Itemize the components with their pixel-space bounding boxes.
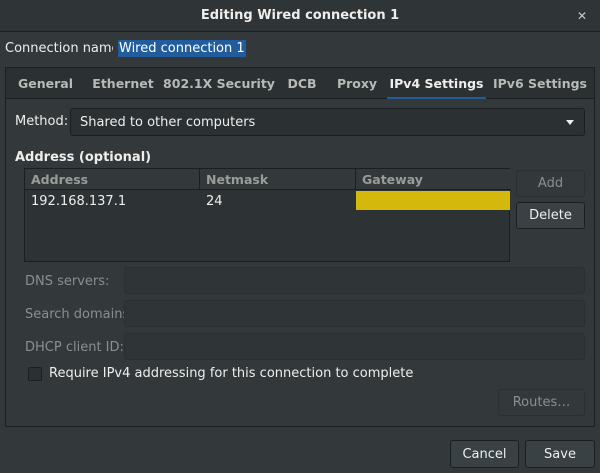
title-bar: Editing Wired connection 1 ✕	[0, 0, 600, 32]
connection-name-row: Connection name:	[5, 37, 124, 59]
tab-proxy[interactable]: Proxy	[327, 68, 387, 99]
chevron-down-icon	[566, 120, 574, 125]
delete-button[interactable]: Delete	[516, 202, 585, 229]
gateway-cell[interactable]	[356, 191, 510, 210]
column-header-netmask[interactable]: Netmask	[200, 169, 356, 190]
column-header-address[interactable]: Address	[25, 169, 200, 190]
tab-ipv6-settings[interactable]: IPv6 Settings	[486, 68, 594, 99]
dhcp-client-id-input[interactable]	[124, 333, 585, 360]
tab-ipv4-settings[interactable]: IPv4 Settings	[387, 68, 486, 99]
tab-8021x-security[interactable]: 802.1X Security	[161, 68, 277, 99]
dns-servers-input[interactable]	[124, 267, 585, 294]
tab-bar: General Ethernet 802.1X Security DCB Pro…	[6, 68, 594, 99]
column-header-gateway[interactable]: Gateway	[356, 169, 511, 190]
add-button[interactable]: Add	[516, 170, 585, 197]
method-label: Method:	[15, 114, 69, 129]
connection-name-label: Connection name:	[5, 40, 124, 56]
close-icon[interactable]: ✕	[572, 6, 592, 26]
connection-name-value: Wired connection 1	[118, 39, 246, 57]
dhcp-client-id-label: DHCP client ID:	[25, 340, 124, 355]
dns-servers-label: DNS servers:	[25, 274, 110, 289]
method-value: Shared to other computers	[80, 114, 256, 130]
routes-button[interactable]: Routes…	[498, 389, 585, 416]
require-ipv4-checkbox-row[interactable]: Require IPv4 addressing for this connect…	[28, 366, 413, 381]
connection-name-input[interactable]: Wired connection 1	[113, 37, 595, 59]
netmask-cell[interactable]: 24	[200, 192, 356, 210]
cancel-button[interactable]: Cancel	[450, 440, 519, 468]
require-ipv4-label: Require IPv4 addressing for this connect…	[49, 366, 414, 381]
window-title: Editing Wired connection 1	[200, 8, 400, 23]
search-domains-input[interactable]	[124, 300, 585, 327]
save-button[interactable]: Save	[525, 440, 595, 468]
tab-ethernet[interactable]: Ethernet	[85, 68, 161, 99]
require-ipv4-checkbox[interactable]	[28, 366, 42, 381]
method-dropdown[interactable]: Shared to other computers	[70, 108, 585, 136]
address-table[interactable]: Address Netmask Gateway 192.168.137.1 24	[24, 168, 511, 262]
tab-dcb[interactable]: DCB	[277, 68, 327, 99]
search-domains-label: Search domains:	[25, 307, 134, 322]
address-heading: Address (optional)	[15, 150, 152, 165]
address-cell[interactable]: 192.168.137.1	[25, 192, 200, 210]
tab-general[interactable]: General	[6, 68, 85, 99]
